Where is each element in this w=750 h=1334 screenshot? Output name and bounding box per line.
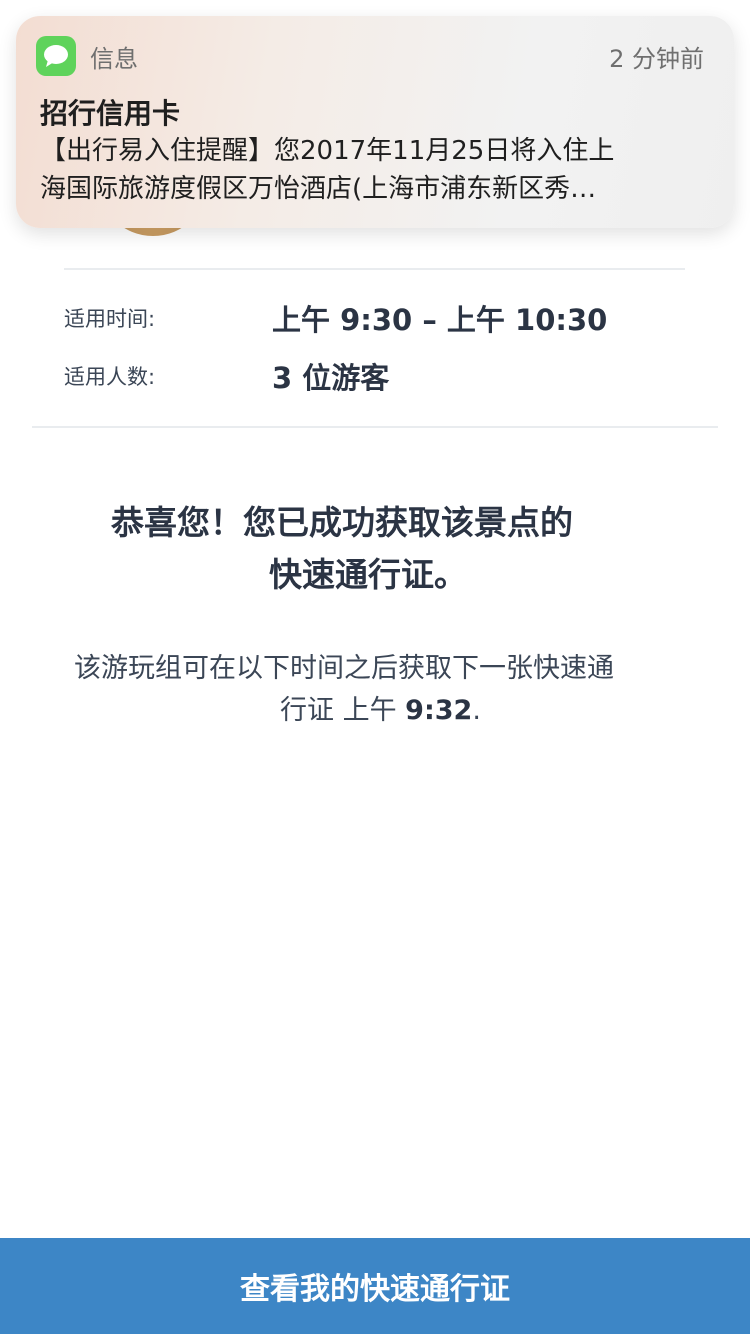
next-pass-line2: 行证 上午 9:32. [50,690,720,732]
time-row: 适用时间: 上午 9:30 – 上午 10:30 [64,296,607,340]
people-row: 适用人数: 3 位游客 [64,354,389,398]
message-notification[interactable]: 信息 2 分钟前 招行信用卡 【出行易入住提醒】您2017年11月25日将入住上… [16,16,734,228]
messages-icon [36,36,76,76]
time-value: 上午 9:30 – 上午 10:30 [272,303,608,337]
people-value: 3 位游客 [272,361,390,395]
success-title-line1: 恭喜您！您已成功获取该景点的 [111,503,573,542]
divider [64,268,685,270]
people-label: 适用人数: [64,365,156,389]
notification-time: 2 分钟前 [609,44,704,73]
notification-body-line1: 【出行易入住提醒】您2017年11月25日将入住上 [40,136,615,166]
success-title-line2: 快速通行证。 [269,555,467,594]
next-pass-suffix: . [472,695,481,726]
next-pass-time: 9:32 [405,695,473,726]
success-message: 恭喜您！您已成功获取该景点的 快速通行证。 [95,497,675,601]
notification-title: 招行信用卡 [40,97,181,130]
next-pass-prefix: 行证 上午 [280,695,406,726]
view-my-fastpass-button[interactable]: 查看我的快速通行证 [0,1238,750,1334]
next-pass-info: 该游玩组可在以下时间之后获取下一张快速通 行证 上午 9:32. [50,648,720,732]
time-label: 适用时间: [64,307,156,331]
notification-body: 【出行易入住提醒】您2017年11月25日将入住上 海国际旅游度假区万怡酒店(上… [40,132,716,208]
next-pass-line1: 该游玩组可在以下时间之后获取下一张快速通 [74,653,614,684]
notification-body-line2: 海国际旅游度假区万怡酒店(上海市浦东新区秀… [40,174,597,204]
notification-app-name: 信息 [90,44,138,73]
notification-header: 信息 2 分钟前 [36,36,704,76]
divider [32,426,718,428]
